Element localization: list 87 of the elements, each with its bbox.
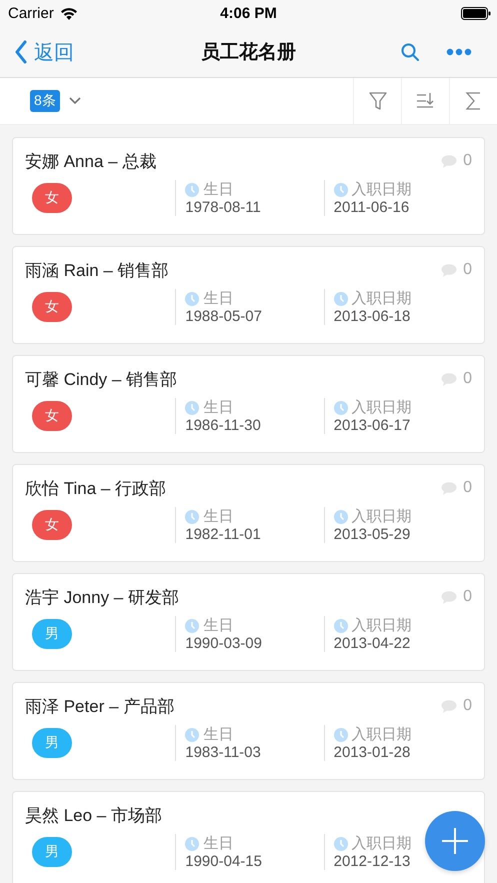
gender-tag: 男 — [32, 619, 72, 649]
filter-icon — [368, 91, 388, 111]
comment-count: 0 — [463, 697, 472, 715]
employee-title: 昊然 Leo – 市场部 — [25, 804, 162, 826]
gender-tag: 女 — [32, 183, 72, 213]
wifi-icon — [60, 7, 78, 20]
clock-icon — [185, 182, 200, 196]
employee-title: 可馨 Cindy – 销售部 — [25, 368, 178, 390]
clock-icon — [334, 510, 348, 524]
employee-card[interactable]: 欣怡 Tina – 行政部 0 女 生日 1982-11-01 入职日期 2013-05-29 — [12, 464, 485, 562]
field-label: 生日 — [203, 725, 234, 744]
employee-card[interactable]: 浩宇 Jonny – 研发部 0 男 生日 1990-03-09 入职日期 2013-04-22 — [12, 573, 485, 671]
speech-bubble-icon — [441, 482, 458, 494]
birthday-value: 1978-08-11 — [185, 199, 262, 216]
field-label: 生日 — [203, 616, 234, 635]
clock-icon — [334, 836, 348, 850]
employee-title: 浩宇 Jonny – 研发部 — [25, 586, 179, 608]
employee-card[interactable]: 雨泽 Peter – 产品部 0 男 生日 1983-11-03 入职日期 2013-01-28 — [12, 682, 485, 780]
employee-title: 安娜 Anna – 总裁 — [25, 150, 156, 172]
employee-title: 雨涵 Rain – 销售部 — [25, 260, 169, 282]
hire-date-value: 2013-05-29 — [334, 526, 412, 543]
hire-date-value: 2013-04-22 — [334, 635, 412, 652]
clock-icon — [185, 618, 200, 632]
battery-icon — [461, 7, 491, 20]
search-icon[interactable] — [400, 42, 420, 62]
comment-count: 0 — [463, 370, 472, 388]
employee-card[interactable]: 雨涵 Rain – 销售部 0 女 生日 1988-05-07 入职日期 2013-06-18 — [12, 246, 485, 344]
hire-date-value: 2013-01-28 — [334, 744, 412, 761]
carrier-label: Carrier — [8, 5, 54, 22]
clock-icon — [334, 618, 348, 632]
field-label: 入职日期 — [352, 180, 412, 199]
clock-icon — [185, 510, 200, 524]
plus-icon — [442, 828, 468, 854]
clock-icon — [334, 292, 348, 306]
hire-date-value: 2012-12-13 — [334, 853, 412, 870]
employee-card[interactable]: 安娜 Anna – 总裁 0 女 生日 1978-08-11 入职日期 2011-06-16 — [12, 137, 485, 235]
chevron-left-icon — [14, 40, 28, 64]
field-label: 入职日期 — [352, 289, 412, 308]
employee-card[interactable]: 昊然 Leo – 市场部 男 生日 1990-04-15 入职日期 2012-12-13 — [12, 791, 485, 883]
speech-bubble-icon — [441, 700, 458, 712]
birthday-value: 1988-05-07 — [185, 308, 263, 325]
hire-date-value: 2011-06-16 — [334, 199, 410, 216]
field-label: 生日 — [203, 398, 234, 417]
count-badge: 8条 — [30, 90, 60, 112]
speech-bubble-icon — [441, 372, 458, 386]
gender-tag: 女 — [32, 510, 72, 540]
field-label: 入职日期 — [352, 725, 412, 744]
gender-tag: 男 — [32, 728, 72, 758]
field-label: 入职日期 — [352, 398, 412, 417]
gender-tag: 女 — [32, 292, 72, 322]
field-label: 生日 — [203, 507, 234, 526]
gender-tag: 男 — [32, 837, 72, 867]
field-label: 入职日期 — [352, 507, 412, 526]
more-icon[interactable] — [446, 48, 472, 56]
comment-count: 0 — [463, 479, 472, 497]
gender-tag: 女 — [32, 401, 72, 431]
comment-count: 0 — [463, 152, 472, 170]
comment-count: 0 — [463, 261, 472, 279]
field-label: 生日 — [203, 180, 234, 199]
clock-icon — [185, 836, 200, 850]
speech-bubble-icon — [441, 154, 458, 168]
clock-icon — [334, 182, 348, 196]
employee-card[interactable]: 可馨 Cindy – 销售部 0 女 生日 1986-11-30 入职日期 2013-06-17 — [12, 355, 485, 453]
field-label: 入职日期 — [352, 616, 412, 635]
clock-icon — [185, 292, 200, 306]
field-label: 生日 — [203, 289, 234, 308]
birthday-value: 1990-03-09 — [185, 635, 263, 652]
chevron-down-icon[interactable] — [68, 97, 81, 105]
birthday-value: 1990-04-15 — [185, 853, 263, 870]
hire-date-value: 2013-06-17 — [334, 417, 412, 434]
clock-icon — [185, 728, 200, 742]
comment-count: 0 — [463, 588, 472, 606]
speech-bubble-icon — [441, 590, 458, 604]
employee-title: 欣怡 Tina – 行政部 — [25, 478, 166, 500]
employee-title: 雨泽 Peter – 产品部 — [25, 696, 174, 718]
birthday-value: 1983-11-03 — [185, 744, 262, 761]
field-label: 入职日期 — [352, 834, 412, 853]
clock-icon — [334, 728, 348, 742]
speech-bubble-icon — [441, 264, 458, 276]
page-title: 员工花名册 — [200, 41, 297, 65]
hire-date-value: 2013-06-18 — [334, 308, 412, 325]
field-label: 生日 — [203, 834, 234, 853]
clock-time: 4:06 PM — [219, 5, 278, 22]
birthday-value: 1982-11-01 — [185, 526, 262, 543]
birthday-value: 1986-11-30 — [185, 417, 262, 434]
clock-icon — [334, 400, 348, 414]
clock-icon — [185, 400, 200, 414]
